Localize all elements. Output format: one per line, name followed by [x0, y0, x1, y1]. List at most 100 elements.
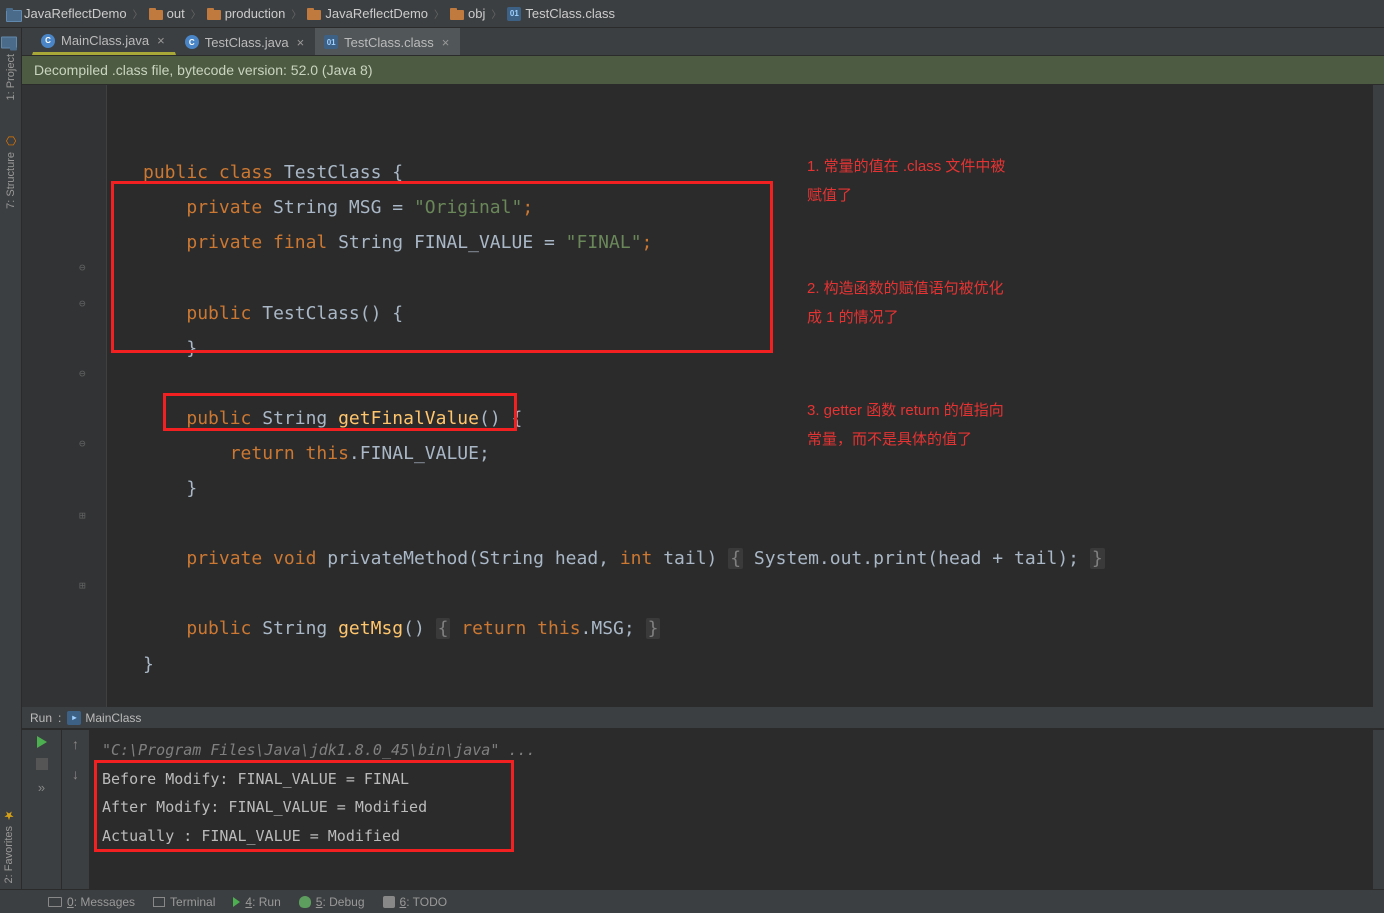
- stop-button-icon[interactable]: [36, 758, 48, 770]
- structure-icon: ⬡: [4, 134, 18, 148]
- tab-mainclass[interactable]: C MainClass.java ×: [32, 28, 176, 55]
- sb-todo[interactable]: 6: TODO: [383, 895, 448, 909]
- bc-label: JavaReflectDemo: [24, 6, 127, 21]
- run-panel-header: Run : ▸ MainClass: [22, 707, 1384, 729]
- class-file-icon: 01: [507, 7, 521, 21]
- sb-debug[interactable]: 5: Debug: [299, 895, 365, 909]
- bc-label: production: [225, 6, 286, 21]
- code-line: [143, 267, 154, 288]
- project-folder-icon: [6, 8, 20, 20]
- folder-icon: [307, 8, 321, 20]
- run-panel: » ↑ ↓ "C:\Program Files\Java\jdk1.8.0_45…: [22, 729, 1384, 889]
- tab-testclass-class[interactable]: 01 TestClass.class ×: [315, 28, 460, 55]
- bc-file[interactable]: 01 TestClass.class: [507, 6, 615, 21]
- fold-icon[interactable]: ⊞: [79, 575, 86, 596]
- sb-messages[interactable]: 0: Messages: [48, 895, 135, 909]
- sb-run[interactable]: 4: Run: [233, 895, 280, 909]
- run-button-icon[interactable]: [37, 736, 47, 748]
- code-body[interactable]: public class TestClass { private String …: [107, 85, 1372, 707]
- editor-scrollbar[interactable]: [1372, 85, 1384, 707]
- code-line: [143, 513, 154, 534]
- run-icon: [233, 897, 240, 907]
- run-toolbar-left: »: [22, 730, 62, 889]
- sb-terminal[interactable]: Terminal: [153, 895, 215, 909]
- folder-icon: [207, 8, 221, 20]
- debug-icon: [299, 896, 311, 908]
- todo-icon: [383, 896, 395, 908]
- bc-label: out: [167, 6, 185, 21]
- code-line: public String getMsg() { return this.MSG…: [143, 618, 660, 639]
- code-line: private final String FINAL_VALUE = "FINA…: [143, 232, 652, 253]
- code-line: }: [143, 478, 197, 499]
- folder-icon: [149, 8, 163, 20]
- bc-production[interactable]: production: [207, 6, 286, 21]
- run-output-line: Before Modify: FINAL_VALUE = FINAL: [102, 765, 1360, 794]
- bc-sep: 〉: [289, 6, 303, 21]
- bc-label: TestClass.class: [525, 6, 615, 21]
- bc-obj[interactable]: obj: [450, 6, 485, 21]
- code-line: [143, 127, 154, 148]
- code-line: [143, 373, 154, 394]
- tab-close-icon[interactable]: ×: [155, 33, 167, 48]
- code-editor[interactable]: public class TestClass { private String …: [22, 85, 1384, 707]
- code-line: private void privateMethod(String head, …: [143, 548, 1105, 569]
- bc-sep: 〉: [489, 6, 503, 21]
- tool-project[interactable]: 1: Project: [5, 38, 17, 100]
- code-line: }: [143, 338, 197, 359]
- gutter: [22, 85, 107, 707]
- tab-label: TestClass.java: [205, 35, 289, 50]
- code-line: }: [143, 654, 154, 675]
- code-line: public String getFinalValue() {: [143, 408, 522, 429]
- tool-structure[interactable]: 7: Structure ⬡: [4, 134, 18, 209]
- fold-icon[interactable]: ⊖: [79, 257, 86, 278]
- tool-project-label: 1: Project: [5, 54, 17, 100]
- more-icon[interactable]: »: [38, 780, 45, 795]
- tool-favorites-label: 2: Favorites: [3, 826, 15, 883]
- bc-javareflectdemo[interactable]: JavaReflectDemo: [307, 6, 428, 21]
- bc-out[interactable]: out: [149, 6, 185, 21]
- tool-favorites[interactable]: 2: Favorites ★: [2, 808, 16, 883]
- annotation-2: 2. 构造函数的赋值语句被优化 成 1 的情况了: [807, 275, 1004, 332]
- left-tool-strips: 1: Project 7: Structure ⬡: [0, 28, 22, 889]
- tab-close-icon[interactable]: ×: [295, 35, 307, 50]
- tab-testclass-java[interactable]: C TestClass.java ×: [176, 28, 315, 55]
- bc-sep: 〉: [131, 6, 145, 21]
- tab-close-icon[interactable]: ×: [440, 35, 452, 50]
- editor-tabs: C MainClass.java × C TestClass.java × 01…: [22, 28, 1384, 56]
- breadcrumb-bar: JavaReflectDemo 〉 out 〉 production 〉 Jav…: [0, 0, 1384, 28]
- bc-sep: 〉: [432, 6, 446, 21]
- breadcrumb: JavaReflectDemo 〉 out 〉 production 〉 Jav…: [6, 6, 615, 21]
- run-output-line: Actually : FINAL_VALUE = Modified: [102, 822, 1360, 851]
- fold-icon[interactable]: ⊖: [79, 363, 86, 384]
- down-arrow-icon[interactable]: ↓: [72, 766, 79, 782]
- bc-label: obj: [468, 6, 485, 21]
- run-config-name: MainClass: [85, 711, 141, 725]
- bc-label: JavaReflectDemo: [325, 6, 428, 21]
- code-line: return this.FINAL_VALUE;: [143, 443, 490, 464]
- tab-label: TestClass.class: [344, 35, 434, 50]
- bc-project[interactable]: JavaReflectDemo: [6, 6, 127, 21]
- fold-icon[interactable]: ⊖: [79, 293, 86, 314]
- status-bar: 0: Messages Terminal 4: Run 5: Debug 6: …: [0, 889, 1384, 913]
- messages-icon: [48, 897, 62, 907]
- run-command: "C:\Program Files\Java\jdk1.8.0_45\bin\j…: [102, 736, 1360, 765]
- code-line: public class TestClass {: [143, 162, 403, 183]
- code-line: public TestClass() {: [143, 303, 403, 324]
- run-output-line: After Modify: FINAL_VALUE = Modified: [102, 793, 1360, 822]
- terminal-icon: [153, 897, 165, 907]
- java-icon: C: [185, 35, 199, 49]
- bc-sep: 〉: [189, 6, 203, 21]
- up-arrow-icon[interactable]: ↑: [72, 736, 79, 752]
- run-output[interactable]: "C:\Program Files\Java\jdk1.8.0_45\bin\j…: [90, 730, 1372, 889]
- fold-icon[interactable]: ⊖: [79, 433, 86, 454]
- code-line: private String MSG = "Original";: [143, 197, 533, 218]
- project-icon: [5, 38, 17, 50]
- fold-icon[interactable]: ⊞: [79, 505, 86, 526]
- tool-structure-label: 7: Structure: [5, 152, 17, 209]
- folder-icon: [450, 8, 464, 20]
- star-icon: ★: [2, 808, 16, 822]
- run-scrollbar[interactable]: [1372, 730, 1384, 889]
- run-config-icon: ▸: [67, 711, 81, 725]
- class-file-icon: 01: [324, 35, 338, 49]
- annotation-3: 3. getter 函数 return 的值指向 常量，而不是具体的值了: [807, 397, 1004, 454]
